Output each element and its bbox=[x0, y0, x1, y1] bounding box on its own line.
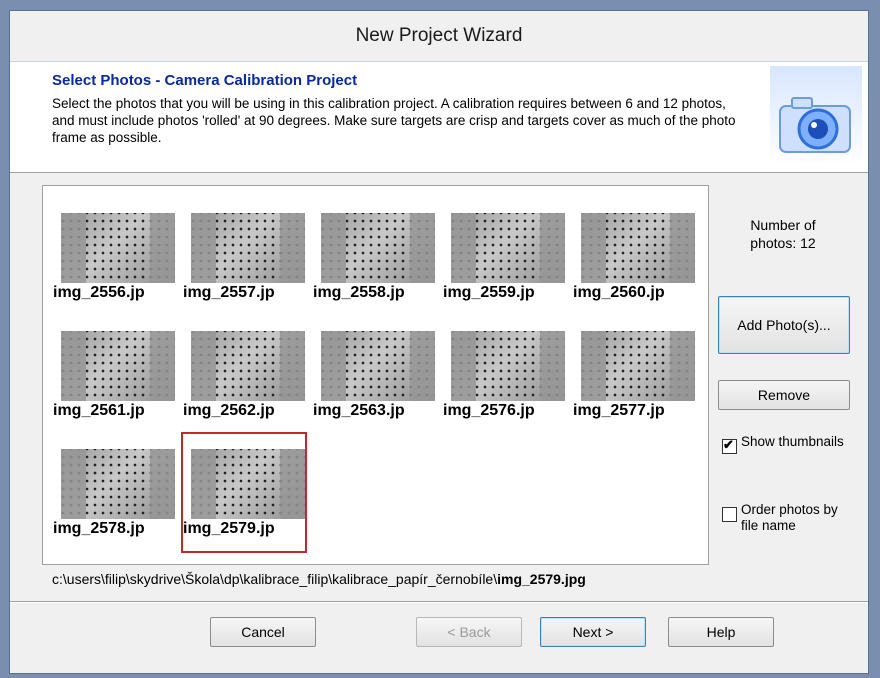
title-bar: New Project Wizard bbox=[10, 11, 868, 62]
photo-preview bbox=[61, 449, 175, 519]
add-photos-button[interactable]: Add Photo(s)... bbox=[718, 296, 850, 354]
order-by-name-option[interactable]: Order photos by file name bbox=[722, 502, 852, 534]
photo-count: Number of photos: 12 bbox=[750, 217, 816, 251]
photo-label: img_2560.jp bbox=[573, 284, 665, 301]
path-filename: img_2579.jpg bbox=[497, 571, 586, 587]
photo-label: img_2579.jp bbox=[183, 520, 275, 537]
photo-preview bbox=[581, 213, 695, 283]
photo-label: img_2559.jp bbox=[443, 284, 535, 301]
remove-button[interactable]: Remove bbox=[718, 380, 850, 410]
photo-label: img_2558.jp bbox=[313, 284, 405, 301]
order-by-name-checkbox[interactable] bbox=[722, 507, 737, 522]
photo-label: img_2562.jp bbox=[183, 402, 275, 419]
page-title: Select Photos - Camera Calibration Proje… bbox=[52, 72, 358, 89]
photo-preview bbox=[191, 449, 305, 519]
next-button[interactable]: Next > bbox=[540, 617, 646, 647]
show-thumbnails-checkbox[interactable] bbox=[722, 437, 737, 454]
photo-preview bbox=[451, 331, 565, 401]
photo-preview bbox=[61, 213, 175, 283]
wizard-header: Select Photos - Camera Calibration Proje… bbox=[10, 62, 868, 173]
photo-label: img_2577.jp bbox=[573, 402, 665, 419]
photo-label: img_2576.jp bbox=[443, 402, 535, 419]
photo-label: img_2578.jp bbox=[53, 520, 145, 537]
photo-preview bbox=[191, 213, 305, 283]
photo-thumbnail[interactable]: img_2562.jp bbox=[183, 316, 305, 433]
photo-thumbnail[interactable]: img_2558.jp bbox=[313, 198, 435, 315]
page-description: Select the photos that you will be using… bbox=[52, 96, 736, 145]
photo-label: img_2563.jp bbox=[313, 402, 405, 419]
photo-label: img_2556.jp bbox=[53, 284, 145, 301]
selected-file-path: c:\users\filip\skydrive\Škola\dp\kalibra… bbox=[52, 571, 586, 587]
order-by-name-label: Order photos by file name bbox=[741, 502, 838, 533]
path-directory: c:\users\filip\skydrive\Škola\dp\kalibra… bbox=[52, 571, 498, 587]
window-title: New Project Wizard bbox=[355, 25, 523, 46]
photo-label: img_2561.jp bbox=[53, 402, 145, 419]
photo-thumbnail[interactable]: img_2563.jp bbox=[313, 316, 435, 433]
show-thumbnails-option[interactable]: Show thumbnails bbox=[722, 434, 852, 454]
back-button[interactable]: < Back bbox=[416, 617, 522, 647]
photo-thumbnail[interactable]: img_2577.jp bbox=[573, 316, 695, 433]
photo-thumbnail[interactable]: img_2561.jp bbox=[53, 316, 175, 433]
photo-preview bbox=[321, 213, 435, 283]
photo-thumbnail[interactable]: img_2560.jp bbox=[573, 198, 695, 315]
photo-thumbnail[interactable]: img_2559.jp bbox=[443, 198, 565, 315]
photo-preview bbox=[581, 331, 695, 401]
photo-thumbnail[interactable]: img_2576.jp bbox=[443, 316, 565, 433]
photo-preview bbox=[61, 331, 175, 401]
photo-thumbnail[interactable]: img_2578.jp bbox=[53, 434, 175, 551]
photo-preview bbox=[191, 331, 305, 401]
photo-thumbnail[interactable]: img_2557.jp bbox=[183, 198, 305, 315]
photo-thumbnail-selected[interactable]: img_2579.jp bbox=[181, 432, 307, 553]
photo-list[interactable]: img_2556.jp img_2557.jp img_2558.jp img_… bbox=[42, 185, 709, 565]
cancel-button[interactable]: Cancel bbox=[210, 617, 316, 647]
help-button[interactable]: Help bbox=[668, 617, 774, 647]
wizard-window: New Project Wizard Select Photos - Camer… bbox=[9, 10, 869, 674]
photo-label: img_2557.jp bbox=[183, 284, 275, 301]
photo-preview bbox=[451, 213, 565, 283]
photo-preview bbox=[321, 331, 435, 401]
camera-icon bbox=[770, 66, 862, 166]
photo-thumbnail[interactable]: img_2556.jp bbox=[53, 198, 175, 315]
footer-divider bbox=[10, 601, 868, 603]
show-thumbnails-label: Show thumbnails bbox=[741, 434, 844, 449]
